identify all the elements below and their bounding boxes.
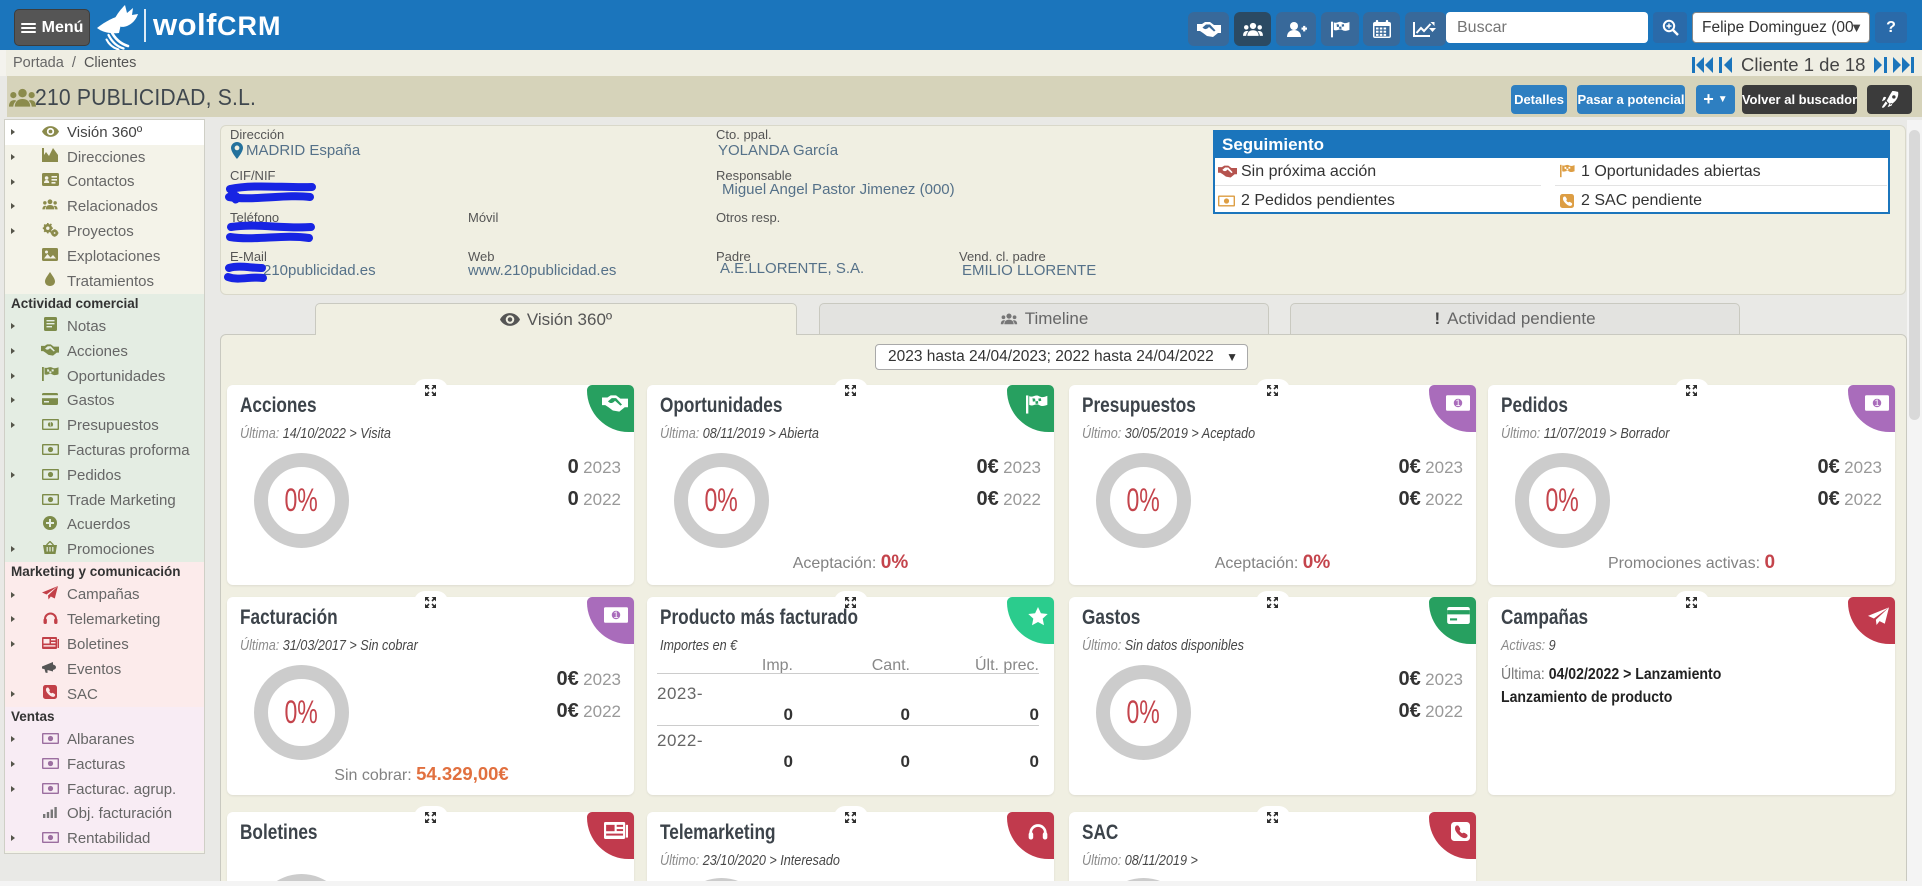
svg-text:1: 1 [1874,398,1879,408]
svg-text:1: 1 [1455,398,1460,408]
svg-text:1: 1 [613,610,618,620]
